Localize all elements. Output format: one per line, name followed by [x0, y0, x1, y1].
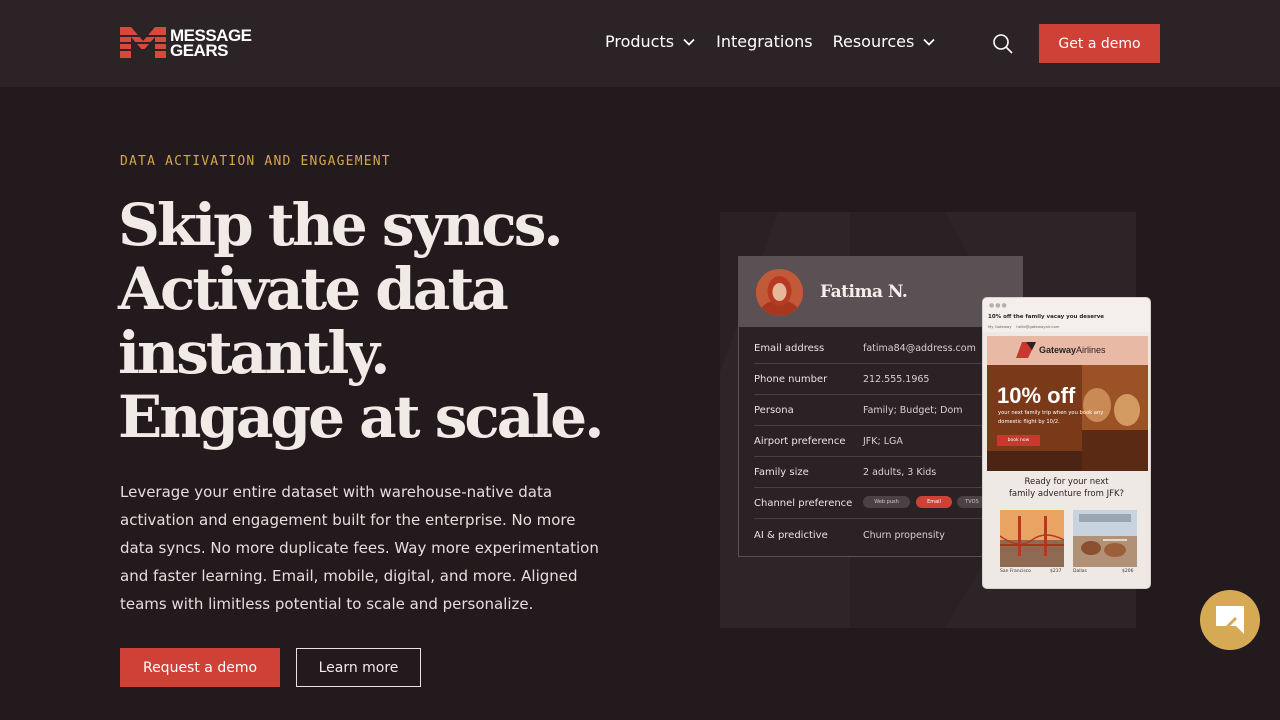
logo-wordmark: MESSAGE GEARS: [170, 27, 252, 60]
nav-resources[interactable]: Resources: [833, 32, 937, 51]
chevron-down-icon: [923, 38, 935, 46]
headline-line-1: Skip the syncs.: [118, 191, 564, 259]
row-key: Channel preference: [754, 498, 853, 509]
chevron-down-icon: [683, 38, 695, 46]
nav-resources-label: Resources: [832, 32, 915, 51]
person-icon: [756, 269, 803, 316]
destination-price: $237: [1050, 569, 1062, 574]
channel-chip: Web push: [863, 496, 910, 508]
row-key: Family size: [754, 467, 809, 478]
chat-icon: [1216, 606, 1244, 634]
destination-image-san-francisco: [1000, 510, 1064, 567]
row-value: Churn propensity: [863, 530, 945, 541]
book-now-button[interactable]: book now: [997, 435, 1040, 446]
email-preview-card: ●●● 10% off the family vacay you deserve…: [982, 297, 1151, 589]
chat-launcher-button[interactable]: [1200, 590, 1260, 650]
profile-header: Fatima N.: [739, 257, 1022, 327]
airline-brand-bar: GatewayAirlines: [987, 336, 1148, 365]
nav-integrations-label: Integrations: [716, 32, 813, 51]
profile-row: Family size 2 adults, 3 Kids: [754, 457, 1009, 488]
email-from-name: My Gateway: [988, 324, 1012, 329]
row-key: Persona: [754, 405, 794, 416]
avatar: [756, 269, 803, 316]
nav-integrations[interactable]: Integrations: [716, 32, 813, 51]
ready-line-2: family adventure from JFK?: [1008, 489, 1125, 499]
email-from-address: hello@gatewayair.com: [1016, 324, 1060, 329]
customer-profile-card: Fatima N. Email address fatima84@address…: [738, 256, 1023, 557]
profile-row: Airport preference JFK; LGA: [754, 426, 1009, 457]
profile-row: Email address fatima84@address.com: [754, 333, 1009, 364]
email-hero-image: 10% off your next family trip when you b…: [987, 365, 1148, 471]
email-offer: 10% off: [997, 383, 1076, 408]
golden-gate-bridge-icon: [1000, 510, 1064, 567]
window-dots-icon: ●●●: [989, 302, 1008, 309]
nav-products-label: Products: [605, 32, 675, 51]
email-header: ●●● 10% off the family vacay you deserve…: [983, 298, 1150, 332]
profile-row: AI & predictive Churn propensity: [754, 520, 1009, 551]
request-demo-button[interactable]: Request a demo: [120, 648, 280, 687]
email-subject: 10% off the family vacay you deserve: [988, 314, 1105, 320]
search-button[interactable]: [991, 32, 1015, 56]
ready-line-1: Ready for your next: [1024, 477, 1109, 487]
headline-line-4: Engage at scale.: [118, 383, 604, 451]
airline-brand-name: GatewayAirlines: [1039, 345, 1106, 355]
row-value: 2 adults, 3 Kids: [863, 467, 937, 478]
row-value: 212.555.1965: [863, 374, 930, 385]
row-key: Phone number: [754, 374, 828, 385]
row-value: Family; Budget; Dom: [863, 405, 963, 416]
hero-headline: Skip the syncs. Activate data instantly.…: [118, 193, 638, 449]
email-ready-text: Ready for your next family adventure fro…: [983, 476, 1150, 500]
hero-description: Leverage your entire dataset with wareho…: [120, 483, 599, 613]
airline-brand-bold: Gateway: [1039, 345, 1077, 355]
destination-city: Dallas: [1073, 569, 1087, 574]
destination-image-dallas: [1073, 510, 1137, 567]
profile-row: Phone number 212.555.1965: [754, 364, 1009, 395]
nav-products[interactable]: Products: [605, 32, 696, 51]
search-icon: [993, 34, 1013, 54]
logo-mark-icon: [120, 27, 166, 58]
hero-eyebrow: DATA ACTIVATION AND ENGAGEMENT: [120, 154, 391, 169]
logo-line-2: GEARS: [170, 40, 228, 60]
get-a-demo-button[interactable]: Get a demo: [1039, 24, 1160, 63]
profile-row: Persona Family; Budget; Dom: [754, 395, 1009, 426]
row-key: Email address: [754, 343, 825, 354]
airline-brand-rest: Airlines: [1076, 345, 1106, 355]
row-value: JFK; LGA: [863, 436, 903, 447]
profile-row: Channel preference Web push Email TVOS: [754, 488, 1009, 519]
row-key: AI & predictive: [754, 530, 828, 541]
destination-price: $206: [1122, 569, 1134, 574]
longhorn-cattle-icon: [1073, 510, 1137, 567]
site-header: MESSAGE GEARS Products Integrations Reso…: [0, 0, 1280, 87]
email-from: My Gateway hello@gatewayair.com: [988, 324, 1059, 329]
row-value: fatima84@address.com: [863, 343, 976, 354]
headline-line-2: Activate data: [118, 255, 509, 323]
profile-name: Fatima N.: [820, 282, 908, 302]
destination-city: San Francisco: [1000, 569, 1031, 574]
row-key: Airport preference: [754, 436, 846, 447]
main-nav: Products Integrations Resources: [605, 32, 956, 51]
headline-line-3: instantly.: [118, 319, 390, 387]
channel-chip: Email: [916, 496, 952, 508]
email-offer-detail: your next family trip when you book any …: [998, 410, 1104, 425]
airline-logo-icon: [1016, 342, 1036, 358]
learn-more-button[interactable]: Learn more: [296, 648, 421, 687]
messagegears-logo[interactable]: MESSAGE GEARS: [120, 27, 252, 60]
